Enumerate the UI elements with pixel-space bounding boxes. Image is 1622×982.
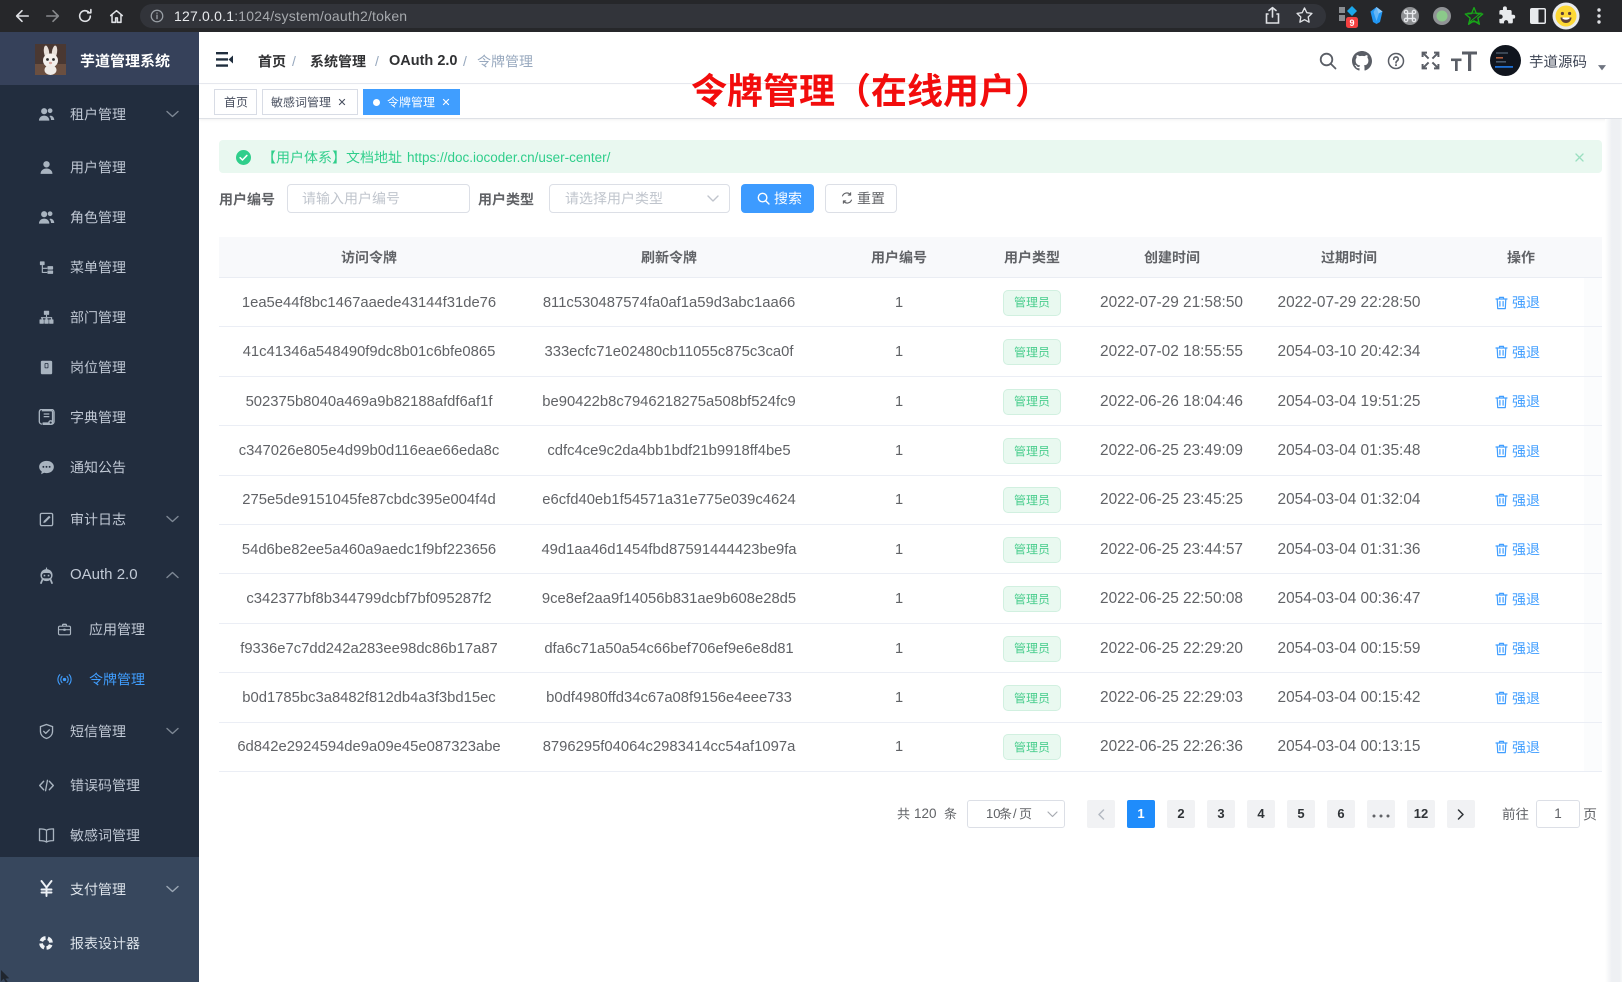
- svg-text:9: 9: [1349, 18, 1354, 28]
